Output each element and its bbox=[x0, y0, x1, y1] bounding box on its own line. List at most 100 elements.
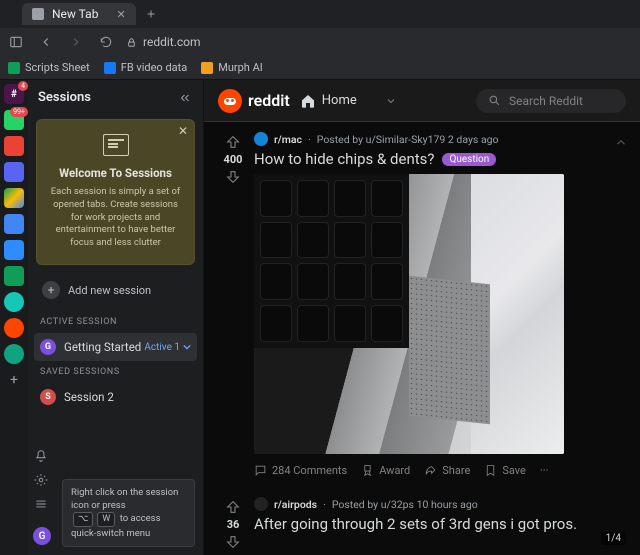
more-icon[interactable]: ··· bbox=[540, 464, 549, 477]
upvote-icon[interactable] bbox=[225, 134, 241, 150]
user-avatar[interactable]: G bbox=[33, 527, 51, 545]
bookmark-favicon-icon bbox=[8, 62, 20, 74]
subreddit-link[interactable]: r/airpods bbox=[274, 498, 317, 511]
close-icon[interactable]: ✕ bbox=[116, 8, 125, 21]
sessions-title: Sessions bbox=[38, 90, 91, 105]
vote-score: 400 bbox=[224, 153, 243, 166]
menu-icon[interactable] bbox=[34, 497, 56, 511]
reddit-page: reddit Home Search Reddit bbox=[204, 80, 640, 555]
subreddit-icon[interactable] bbox=[254, 497, 268, 511]
home-label: Home bbox=[322, 93, 357, 108]
welcome-card: ✕ Welcome To Sessions Each session is si… bbox=[36, 119, 195, 265]
add-session-button[interactable]: + Add new session bbox=[36, 275, 195, 305]
rail-discord-icon[interactable] bbox=[4, 162, 24, 182]
award-button[interactable]: Award bbox=[361, 464, 410, 477]
post-flair[interactable]: Question bbox=[442, 153, 496, 166]
bookmark-favicon-icon bbox=[201, 62, 213, 74]
rail-whatsapp-icon[interactable]: 99+ bbox=[4, 110, 24, 130]
address-bar[interactable]: reddit.com bbox=[126, 35, 634, 49]
rail-drive-icon[interactable] bbox=[4, 188, 24, 208]
sessions-illustration-icon bbox=[103, 134, 129, 156]
downvote-icon[interactable] bbox=[225, 534, 241, 550]
back-icon[interactable] bbox=[36, 32, 56, 52]
search-input[interactable]: Search Reddit bbox=[476, 89, 626, 113]
rail-reddit-icon[interactable] bbox=[4, 318, 24, 338]
rail-openai-icon[interactable] bbox=[4, 344, 24, 364]
browser-tab[interactable]: New Tab ✕ bbox=[22, 3, 136, 25]
vote-score: 36 bbox=[227, 518, 240, 531]
search-placeholder: Search Reddit bbox=[509, 94, 583, 108]
save-button[interactable]: Save bbox=[484, 464, 526, 477]
rail-gmail-icon[interactable] bbox=[4, 136, 24, 156]
session-initial-icon: S bbox=[40, 389, 56, 405]
sidebar-toggle-icon[interactable] bbox=[6, 32, 26, 52]
rail-zoom-icon[interactable] bbox=[4, 240, 24, 260]
subreddit-icon[interactable] bbox=[254, 132, 268, 146]
bookmark-label: Scripts Sheet bbox=[25, 61, 90, 74]
key-alt: ⌥ bbox=[73, 512, 93, 527]
reload-icon[interactable] bbox=[96, 32, 116, 52]
session-active[interactable]: G Getting Started Active 1 bbox=[34, 333, 197, 361]
close-icon[interactable]: ✕ bbox=[178, 124, 188, 138]
reddit-header: reddit Home Search Reddit bbox=[204, 80, 640, 122]
active-section-label: ACTIVE SESSION bbox=[28, 313, 203, 331]
session-saved[interactable]: S Session 2 bbox=[34, 383, 197, 411]
browser-tabbar: New Tab ✕ bbox=[0, 0, 640, 28]
reddit-wordmark: reddit bbox=[248, 91, 290, 110]
share-button[interactable]: Share bbox=[424, 464, 470, 477]
chevron-down-icon[interactable] bbox=[385, 95, 397, 107]
post: 400 r/mac · Posted by u/Similar-Sky179 2… bbox=[218, 132, 632, 483]
rail-add-icon[interactable]: + bbox=[4, 370, 24, 390]
bookmark-label: Murph AI bbox=[218, 61, 263, 74]
rail-docs-icon[interactable] bbox=[4, 214, 24, 234]
session-status: Active 1 bbox=[144, 342, 191, 353]
bookmark-item[interactable]: Scripts Sheet bbox=[8, 61, 90, 74]
badge: 4 bbox=[18, 81, 28, 91]
session-initial-icon: G bbox=[40, 339, 56, 355]
collapse-icon[interactable] bbox=[177, 92, 193, 104]
plus-icon: + bbox=[42, 281, 60, 299]
post-byline: Posted by u/Similar-Sky179 2 days ago bbox=[317, 133, 499, 146]
post-image[interactable] bbox=[254, 174, 564, 454]
key-w: W bbox=[97, 512, 115, 527]
forward-icon bbox=[66, 32, 86, 52]
post-title[interactable]: After going through 2 sets of 3rd gens i… bbox=[254, 515, 632, 533]
welcome-body: Each session is simply a set of opened t… bbox=[47, 186, 184, 250]
notifications-icon[interactable] bbox=[34, 449, 56, 463]
bookmark-item[interactable]: Murph AI bbox=[201, 61, 263, 74]
lock-icon bbox=[126, 37, 137, 48]
rail-app-icon[interactable] bbox=[4, 292, 24, 312]
url-text: reddit.com bbox=[143, 35, 201, 49]
downvote-icon[interactable] bbox=[225, 169, 241, 185]
tab-favicon bbox=[32, 8, 44, 20]
post-actions: 284 Comments Award Share Save ··· bbox=[254, 458, 632, 483]
comments-button[interactable]: 284 Comments bbox=[254, 464, 347, 477]
snoo-icon bbox=[218, 89, 242, 113]
rail-slack-icon[interactable]: #4 bbox=[4, 84, 24, 104]
saved-section-label: SAVED SESSIONS bbox=[28, 363, 203, 381]
subreddit-link[interactable]: r/mac bbox=[274, 133, 302, 146]
bookmark-label: FB video data bbox=[121, 61, 187, 74]
post-title[interactable]: How to hide chips & dents? Question bbox=[254, 150, 632, 168]
home-dropdown[interactable]: Home bbox=[300, 93, 357, 109]
reddit-logo[interactable]: reddit bbox=[218, 89, 290, 113]
sessions-panel: Sessions ✕ Welcome To Sessions Each sess… bbox=[28, 80, 204, 555]
app-rail: #4 99+ + bbox=[0, 80, 28, 555]
browser-toolbar: reddit.com bbox=[0, 28, 640, 56]
image-counter: 1/4 bbox=[601, 532, 626, 545]
post-byline: Posted by u/32ps 10 hours ago bbox=[332, 498, 478, 511]
settings-icon[interactable] bbox=[34, 473, 56, 487]
upvote-icon[interactable] bbox=[225, 499, 241, 515]
search-icon bbox=[488, 94, 501, 107]
scroll-up-icon[interactable] bbox=[614, 136, 628, 150]
rail-sheets-icon[interactable] bbox=[4, 266, 24, 286]
post: 36 r/airpods · Posted by u/32ps 10 hours… bbox=[218, 497, 632, 550]
new-tab-button[interactable] bbox=[142, 5, 160, 23]
badge: 99+ bbox=[10, 107, 28, 117]
tab-title: New Tab bbox=[52, 7, 98, 21]
home-icon bbox=[300, 93, 316, 109]
bookmark-item[interactable]: FB video data bbox=[104, 61, 187, 74]
add-session-label: Add new session bbox=[68, 284, 151, 297]
feed: 400 r/mac · Posted by u/Similar-Sky179 2… bbox=[204, 122, 640, 555]
bookmarks-bar: Scripts Sheet FB video data Murph AI bbox=[0, 56, 640, 80]
